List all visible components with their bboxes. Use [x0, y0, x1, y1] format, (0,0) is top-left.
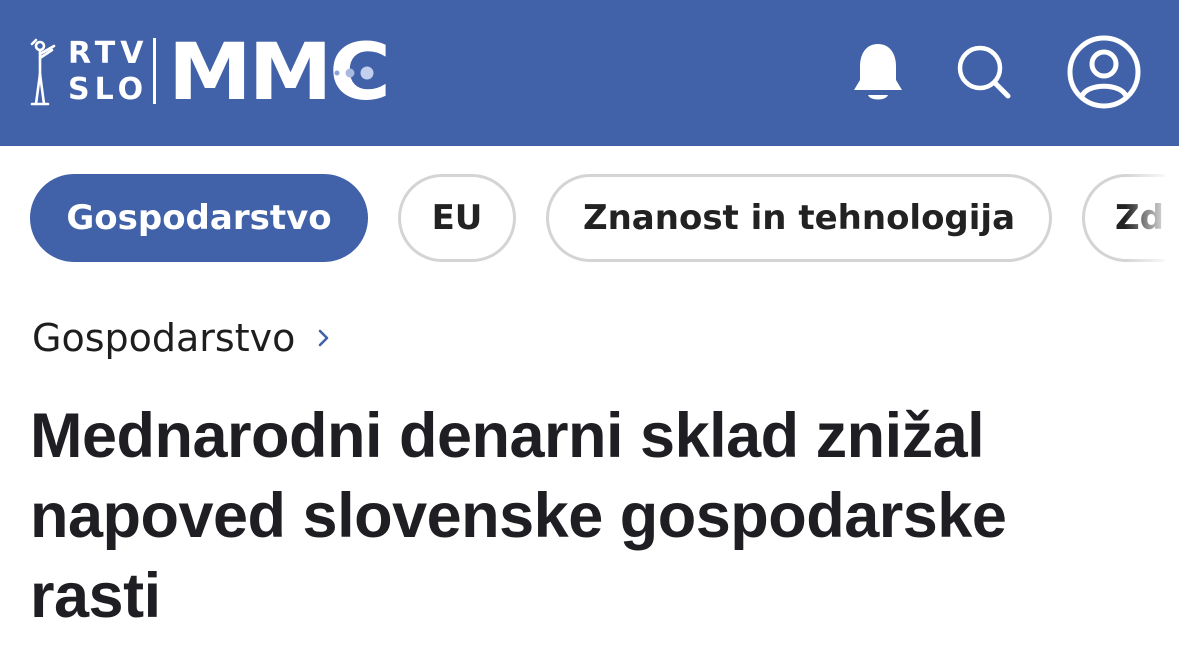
top-bar: RTV SLO MMC	[0, 0, 1179, 146]
rtv-slo-wordmark: RTV SLO	[68, 36, 148, 108]
article-title-line: Mednarodni denarni sklad znižal	[30, 401, 985, 471]
logo-divider	[153, 38, 156, 104]
search-icon	[957, 45, 1011, 99]
user-icon	[1067, 35, 1141, 109]
chevron-right-icon	[319, 329, 329, 347]
bell-icon	[854, 44, 902, 100]
article-title-line: napoved slovenske gospodarske	[30, 481, 1007, 551]
rtv-label: RTV	[68, 36, 149, 71]
tab-eu[interactable]: EU	[398, 174, 516, 262]
article-title-line: rasti	[30, 561, 161, 631]
search-button[interactable]	[942, 30, 1026, 114]
slo-label: SLO	[68, 72, 149, 107]
mmc-dots-icon	[334, 66, 374, 80]
tab-zdravje[interactable]: Zd	[1082, 174, 1165, 262]
category-tabs: Gospodarstvo EU Znanost in tehnologija Z…	[0, 172, 1165, 268]
breadcrumb[interactable]: Gospodarstvo	[32, 312, 333, 364]
trumpeter-logo-icon	[30, 38, 56, 106]
tab-znanost-in-tehnologija[interactable]: Znanost in tehnologija	[546, 174, 1052, 262]
article-title: Mednarodni denarni sklad znižal napoved …	[30, 396, 1150, 636]
account-button[interactable]	[1062, 30, 1146, 114]
tab-gospodarstvo[interactable]: Gospodarstvo	[30, 174, 368, 262]
notifications-button[interactable]	[836, 30, 920, 114]
breadcrumb-section-label: Gospodarstvo	[32, 316, 296, 360]
